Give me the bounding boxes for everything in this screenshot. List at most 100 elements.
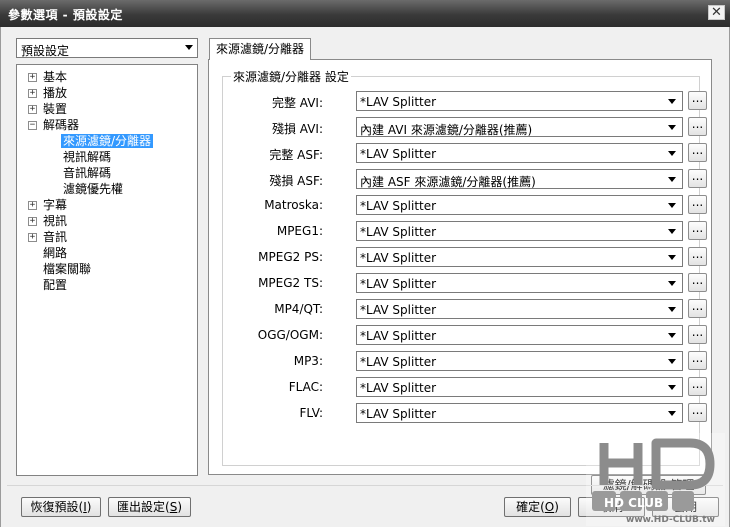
browse-button[interactable]: ... xyxy=(688,351,707,370)
tree-item-subtitles[interactable]: + 字幕 xyxy=(28,197,67,213)
tree-item-file-assoc[interactable]: 檔案關聯 xyxy=(43,261,91,277)
expand-icon[interactable]: + xyxy=(28,89,37,98)
browse-button[interactable]: ... xyxy=(688,325,707,344)
filter-select-value: *LAV Splitter xyxy=(360,277,437,291)
tree-item-label: 基本 xyxy=(43,70,68,84)
tree-item-config[interactable]: 配置 xyxy=(43,277,67,293)
filter-select-value: *LAV Splitter xyxy=(360,407,437,421)
button-label: 匯出設定( xyxy=(117,500,170,514)
filter-select[interactable]: *LAV Splitter xyxy=(356,377,683,397)
filter-select[interactable]: *LAV Splitter xyxy=(356,299,683,319)
close-icon[interactable]: ✕ xyxy=(708,5,725,20)
tree-item-device[interactable]: + 裝置 xyxy=(28,101,68,117)
expand-icon[interactable]: + xyxy=(28,217,37,226)
expand-icon[interactable]: + xyxy=(28,201,37,210)
tree-item-playback[interactable]: + 播放 xyxy=(28,85,67,101)
tree-item-filter-priority[interactable]: 濾鏡優先權 xyxy=(63,181,123,197)
filter-select-value: *LAV Splitter xyxy=(360,381,437,395)
filter-label: 完整 AVI: xyxy=(271,96,323,110)
expand-icon[interactable]: + xyxy=(28,233,37,242)
filter-label: OGG/OGM: xyxy=(257,328,323,342)
tree-item-video-decoders[interactable]: 視訊解碼 xyxy=(63,149,111,165)
ok-button[interactable]: 確定(O) xyxy=(504,497,571,517)
tree-item-audio-decoders[interactable]: 音訊解碼 xyxy=(63,165,111,181)
filter-select[interactable]: *LAV Splitter xyxy=(356,403,683,423)
tree-item-label: 配置 xyxy=(43,278,68,292)
filter-select-value: *LAV Splitter xyxy=(360,355,437,369)
chevron-down-icon xyxy=(668,333,676,338)
browse-button[interactable]: ... xyxy=(688,273,707,292)
browse-button[interactable]: ... xyxy=(688,91,707,110)
tree-item-label: 網路 xyxy=(43,246,68,260)
expand-icon[interactable]: + xyxy=(28,73,37,82)
browse-button[interactable]: ... xyxy=(688,247,707,266)
chevron-down-icon xyxy=(668,307,676,312)
filter-label: 完整 ASF: xyxy=(269,148,323,162)
tree-item-label: 解碼器 xyxy=(43,118,80,132)
tree-item-source-filters[interactable]: 來源濾鏡/分離器 xyxy=(61,133,154,149)
tree-item-label: 來源濾鏡/分離器 xyxy=(61,134,154,148)
browse-button[interactable]: ... xyxy=(688,221,707,240)
browse-button[interactable]: ... xyxy=(688,117,707,136)
filter-select-value: *LAV Splitter xyxy=(360,329,437,343)
filter-select-value: *LAV Splitter xyxy=(360,147,437,161)
tree-item-basic[interactable]: + 基本 xyxy=(28,69,68,85)
browse-button[interactable]: ... xyxy=(688,377,707,396)
preferences-window: 參數選項 - 預設設定 ✕ 預設設定 + 基本 + 播放 + 裝置 − 解碼器 xyxy=(0,0,730,527)
filter-label: MP3: xyxy=(293,354,323,368)
chevron-down-icon xyxy=(668,151,676,156)
browse-button[interactable]: ... xyxy=(688,403,707,422)
filter-select[interactable]: *LAV Splitter xyxy=(356,195,683,215)
browse-button[interactable]: ... xyxy=(688,299,707,318)
chevron-down-icon xyxy=(668,385,676,390)
filter-select-value: *LAV Splitter xyxy=(360,303,437,317)
filter-select-value: *LAV Splitter xyxy=(360,95,437,109)
group-title: 來源濾鏡/分離器 設定 xyxy=(231,68,351,85)
filter-select[interactable]: *LAV Splitter xyxy=(356,91,683,111)
preset-select[interactable]: 預設設定 xyxy=(16,38,198,58)
tree-item-label: 視訊解碼 xyxy=(63,150,112,164)
filter-label: FLAC: xyxy=(288,380,323,394)
browse-button[interactable]: ... xyxy=(688,143,707,162)
chevron-down-icon xyxy=(185,45,193,50)
filter-label: MPEG2 PS: xyxy=(258,250,323,264)
window-title: 參數選項 - 預設設定 xyxy=(8,8,123,22)
filter-select[interactable]: *LAV Splitter xyxy=(356,143,683,163)
filter-label: MPEG1: xyxy=(276,224,323,238)
filter-select[interactable]: *LAV Splitter xyxy=(356,221,683,241)
tree-item-label: 音訊解碼 xyxy=(63,166,112,180)
tree-item-label: 視訊 xyxy=(43,214,68,228)
collapse-icon[interactable]: − xyxy=(28,121,37,130)
filter-select[interactable]: *LAV Splitter xyxy=(356,351,683,371)
tree-item-network[interactable]: 網路 xyxy=(43,245,67,261)
browse-button[interactable]: ... xyxy=(688,169,707,188)
chevron-down-icon xyxy=(668,255,676,260)
filter-select[interactable]: *LAV Splitter xyxy=(356,247,683,267)
button-label: 恢復預設( xyxy=(30,500,84,514)
filter-select-value: *LAV Splitter xyxy=(360,251,437,265)
tree-item-label: 裝置 xyxy=(43,102,68,116)
tree-item-video[interactable]: + 視訊 xyxy=(28,213,68,229)
filter-select[interactable]: *LAV Splitter xyxy=(356,273,683,293)
filter-select[interactable]: 內建 ASF 來源濾鏡/分離器(推薦) xyxy=(356,169,683,189)
export-settings-button[interactable]: 匯出設定(S) xyxy=(108,497,191,517)
chevron-down-icon xyxy=(668,359,676,364)
source-filter-group: 來源濾鏡/分離器 設定 完整 AVI: *LAV Splitter... 殘損 AV… xyxy=(222,68,707,495)
tab-source-filters[interactable]: 來源濾鏡/分離器 xyxy=(209,38,311,60)
restore-defaults-button[interactable]: 恢復預設(I) xyxy=(21,497,101,517)
button-label-end: ) xyxy=(554,500,559,514)
filter-label: 殘損 AVI: xyxy=(271,122,323,136)
filter-select-value: 內建 AVI 來源濾鏡/分離器(推薦) xyxy=(360,123,533,137)
browse-button[interactable]: ... xyxy=(688,195,707,214)
button-label-end: ) xyxy=(177,500,182,514)
filter-select[interactable]: 內建 AVI 來源濾鏡/分離器(推薦) xyxy=(356,117,683,137)
tree-item-audio[interactable]: + 音訊 xyxy=(28,229,67,245)
filter-select[interactable]: *LAV Splitter xyxy=(356,325,683,345)
watermark-url: www.HD-CLUB.tw xyxy=(626,515,715,525)
tree-item-decoders[interactable]: − 解碼器 xyxy=(28,117,80,133)
filter-select-value: 內建 ASF 來源濾鏡/分離器(推薦) xyxy=(360,175,536,189)
watermark-text: HD CLUB xyxy=(604,496,663,510)
chevron-down-icon xyxy=(668,281,676,286)
expand-icon[interactable]: + xyxy=(28,105,37,114)
chevron-down-icon xyxy=(668,229,676,234)
